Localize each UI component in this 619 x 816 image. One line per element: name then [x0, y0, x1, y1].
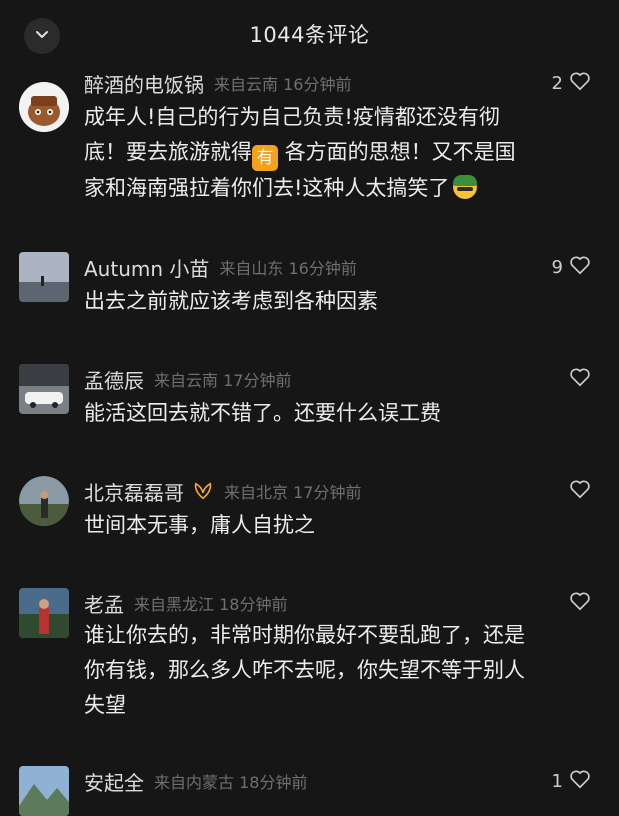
like-count: 9 — [551, 256, 563, 278]
avatar[interactable] — [19, 766, 69, 816]
comment-text: 谁让你去的，非常时期你最好不要乱跑了，还是 你有钱，那么多人咋不去呢，你失望不等… — [84, 623, 525, 717]
heart-icon — [569, 479, 591, 503]
like-button[interactable]: 2 — [552, 68, 591, 98]
avatar[interactable] — [19, 476, 69, 526]
heart-icon — [569, 367, 591, 391]
comment-text: 能活这回去就不错了。还要什么误工费 — [84, 401, 441, 425]
heart-icon — [569, 255, 591, 279]
heart-icon — [569, 71, 591, 95]
emoji-you-icon: 有 — [252, 145, 278, 171]
avatar[interactable] — [19, 252, 69, 302]
avatar[interactable] — [19, 82, 69, 132]
comment-author[interactable]: 老孟 — [84, 589, 124, 618]
comment-list: 醉酒的电饭锅 来自云南 16分钟前 2 成年人!自己的行为自己负责!疫情都还没有… — [0, 0, 619, 816]
avatar[interactable] — [19, 588, 69, 638]
comment-author[interactable]: 北京磊磊哥 — [84, 477, 184, 506]
like-button[interactable] — [563, 588, 591, 618]
comment-location-time: 来自云南 17分钟前 — [154, 371, 292, 390]
comment-author[interactable]: 孟德辰 — [84, 365, 144, 394]
comment-text: 成年人!自己的行为自己负责!疫情都还没有彻 底！要去旅游就得有 各方面的思想！又… — [84, 105, 516, 200]
like-button[interactable]: 9 — [552, 252, 591, 282]
like-count: 2 — [551, 72, 563, 94]
comment-author[interactable]: 醉酒的电饭锅 — [84, 69, 204, 98]
verified-badge-icon — [192, 481, 214, 501]
heart-icon — [569, 769, 591, 793]
comment-author[interactable]: 安起全 — [84, 767, 144, 796]
comment-location-time: 来自内蒙古 18分钟前 — [154, 773, 308, 792]
sunglasses-emoji-icon — [453, 175, 478, 199]
heart-icon — [569, 591, 591, 615]
comment-location-time: 来自北京 17分钟前 — [224, 483, 362, 502]
comment-author[interactable]: Autumn 小苗 — [84, 253, 209, 282]
comment-text: 出去之前就应该考虑到各种因素 — [84, 289, 378, 313]
like-button[interactable]: 1 — [552, 766, 591, 796]
comment-location-time: 来自黑龙江 18分钟前 — [134, 595, 288, 614]
like-button[interactable] — [563, 476, 591, 506]
comment-location-time: 来自云南 16分钟前 — [214, 75, 352, 94]
like-button[interactable] — [563, 364, 591, 394]
comment-text: 世间本无事，庸人自扰之 — [84, 513, 315, 537]
like-count: 1 — [551, 770, 563, 792]
avatar[interactable] — [19, 364, 69, 414]
comments-header: 1044条评论 — [0, 0, 619, 66]
page-title: 1044条评论 — [249, 23, 370, 47]
comment-location-time: 来自山东 16分钟前 — [219, 259, 357, 278]
